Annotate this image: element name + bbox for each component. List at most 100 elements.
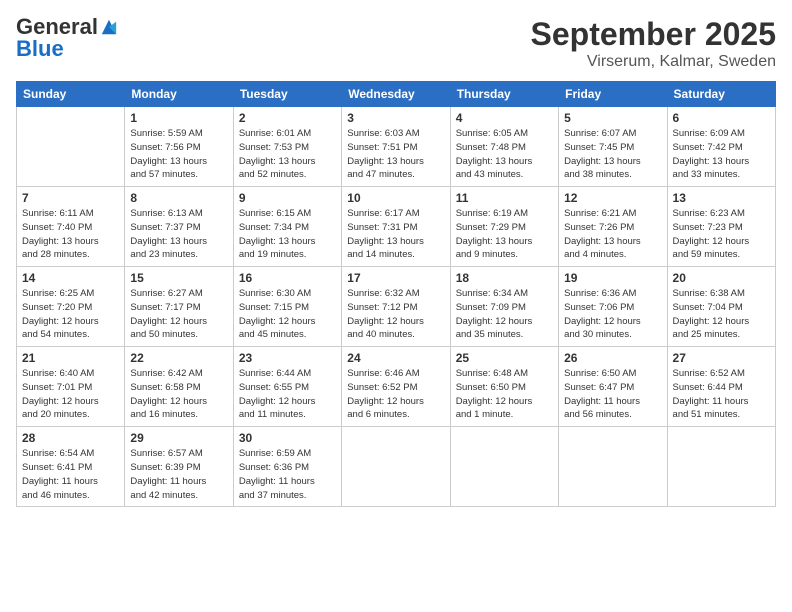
cell-w1-d5: 5 Sunrise: 6:07 AMSunset: 7:45 PMDayligh…	[559, 107, 667, 187]
day-number: 4	[456, 111, 553, 125]
logo-blue: Blue	[16, 38, 118, 60]
cell-w3-d0: 14 Sunrise: 6:25 AMSunset: 7:20 PMDaylig…	[17, 267, 125, 347]
cell-w4-d4: 25 Sunrise: 6:48 AMSunset: 6:50 PMDaylig…	[450, 347, 558, 427]
day-number: 10	[347, 191, 444, 205]
cell-info: Sunrise: 6:46 AMSunset: 6:52 PMDaylight:…	[347, 367, 444, 422]
cell-info: Sunrise: 6:30 AMSunset: 7:15 PMDaylight:…	[239, 287, 336, 342]
cell-info: Sunrise: 6:32 AMSunset: 7:12 PMDaylight:…	[347, 287, 444, 342]
cell-w5-d2: 30 Sunrise: 6:59 AMSunset: 6:36 PMDaylig…	[233, 427, 341, 507]
day-number: 20	[673, 271, 770, 285]
cell-info: Sunrise: 6:52 AMSunset: 6:44 PMDaylight:…	[673, 367, 770, 422]
day-number: 26	[564, 351, 661, 365]
cell-w4-d6: 27 Sunrise: 6:52 AMSunset: 6:44 PMDaylig…	[667, 347, 775, 427]
day-number: 3	[347, 111, 444, 125]
day-number: 1	[130, 111, 227, 125]
cell-w4-d5: 26 Sunrise: 6:50 AMSunset: 6:47 PMDaylig…	[559, 347, 667, 427]
day-number: 18	[456, 271, 553, 285]
cell-w3-d5: 19 Sunrise: 6:36 AMSunset: 7:06 PMDaylig…	[559, 267, 667, 347]
cell-w5-d3	[342, 427, 450, 507]
cell-info: Sunrise: 6:44 AMSunset: 6:55 PMDaylight:…	[239, 367, 336, 422]
cell-info: Sunrise: 6:27 AMSunset: 7:17 PMDaylight:…	[130, 287, 227, 342]
cell-info: Sunrise: 5:59 AMSunset: 7:56 PMDaylight:…	[130, 127, 227, 182]
cell-w5-d6	[667, 427, 775, 507]
cell-w5-d0: 28 Sunrise: 6:54 AMSunset: 6:41 PMDaylig…	[17, 427, 125, 507]
day-number: 24	[347, 351, 444, 365]
cell-w3-d6: 20 Sunrise: 6:38 AMSunset: 7:04 PMDaylig…	[667, 267, 775, 347]
cell-w2-d0: 7 Sunrise: 6:11 AMSunset: 7:40 PMDayligh…	[17, 187, 125, 267]
cell-info: Sunrise: 6:50 AMSunset: 6:47 PMDaylight:…	[564, 367, 661, 422]
day-number: 7	[22, 191, 119, 205]
logo-general: General	[16, 16, 98, 38]
cell-info: Sunrise: 6:48 AMSunset: 6:50 PMDaylight:…	[456, 367, 553, 422]
location: Virserum, Kalmar, Sweden	[531, 53, 776, 71]
logo: General Blue	[16, 16, 118, 60]
day-number: 16	[239, 271, 336, 285]
cell-info: Sunrise: 6:25 AMSunset: 7:20 PMDaylight:…	[22, 287, 119, 342]
calendar: Sunday Monday Tuesday Wednesday Thursday…	[16, 81, 776, 507]
cell-w5-d5	[559, 427, 667, 507]
cell-w4-d2: 23 Sunrise: 6:44 AMSunset: 6:55 PMDaylig…	[233, 347, 341, 427]
day-number: 5	[564, 111, 661, 125]
weekday-header-row: Sunday Monday Tuesday Wednesday Thursday…	[17, 82, 776, 107]
week-row-2: 7 Sunrise: 6:11 AMSunset: 7:40 PMDayligh…	[17, 187, 776, 267]
cell-info: Sunrise: 6:54 AMSunset: 6:41 PMDaylight:…	[22, 447, 119, 502]
week-row-1: 1 Sunrise: 5:59 AMSunset: 7:56 PMDayligh…	[17, 107, 776, 187]
cell-info: Sunrise: 6:38 AMSunset: 7:04 PMDaylight:…	[673, 287, 770, 342]
month-title: September 2025	[531, 16, 776, 53]
cell-info: Sunrise: 6:59 AMSunset: 6:36 PMDaylight:…	[239, 447, 336, 502]
day-number: 19	[564, 271, 661, 285]
cell-w5-d1: 29 Sunrise: 6:57 AMSunset: 6:39 PMDaylig…	[125, 427, 233, 507]
cell-info: Sunrise: 6:42 AMSunset: 6:58 PMDaylight:…	[130, 367, 227, 422]
cell-w3-d1: 15 Sunrise: 6:27 AMSunset: 7:17 PMDaylig…	[125, 267, 233, 347]
cell-w2-d1: 8 Sunrise: 6:13 AMSunset: 7:37 PMDayligh…	[125, 187, 233, 267]
title-block: September 2025 Virserum, Kalmar, Sweden	[531, 16, 776, 71]
day-number: 25	[456, 351, 553, 365]
cell-w2-d4: 11 Sunrise: 6:19 AMSunset: 7:29 PMDaylig…	[450, 187, 558, 267]
cell-w1-d2: 2 Sunrise: 6:01 AMSunset: 7:53 PMDayligh…	[233, 107, 341, 187]
header: General Blue September 2025 Virserum, Ka…	[16, 16, 776, 71]
cell-w4-d3: 24 Sunrise: 6:46 AMSunset: 6:52 PMDaylig…	[342, 347, 450, 427]
week-row-5: 28 Sunrise: 6:54 AMSunset: 6:41 PMDaylig…	[17, 427, 776, 507]
cell-w4-d1: 22 Sunrise: 6:42 AMSunset: 6:58 PMDaylig…	[125, 347, 233, 427]
day-number: 28	[22, 431, 119, 445]
cell-w1-d6: 6 Sunrise: 6:09 AMSunset: 7:42 PMDayligh…	[667, 107, 775, 187]
day-number: 21	[22, 351, 119, 365]
header-wednesday: Wednesday	[342, 82, 450, 107]
cell-info: Sunrise: 6:34 AMSunset: 7:09 PMDaylight:…	[456, 287, 553, 342]
day-number: 30	[239, 431, 336, 445]
cell-info: Sunrise: 6:09 AMSunset: 7:42 PMDaylight:…	[673, 127, 770, 182]
day-number: 17	[347, 271, 444, 285]
day-number: 11	[456, 191, 553, 205]
day-number: 22	[130, 351, 227, 365]
cell-w1-d3: 3 Sunrise: 6:03 AMSunset: 7:51 PMDayligh…	[342, 107, 450, 187]
cell-w2-d3: 10 Sunrise: 6:17 AMSunset: 7:31 PMDaylig…	[342, 187, 450, 267]
cell-info: Sunrise: 6:03 AMSunset: 7:51 PMDaylight:…	[347, 127, 444, 182]
cell-w1-d1: 1 Sunrise: 5:59 AMSunset: 7:56 PMDayligh…	[125, 107, 233, 187]
day-number: 8	[130, 191, 227, 205]
cell-info: Sunrise: 6:19 AMSunset: 7:29 PMDaylight:…	[456, 207, 553, 262]
cell-info: Sunrise: 6:07 AMSunset: 7:45 PMDaylight:…	[564, 127, 661, 182]
day-number: 6	[673, 111, 770, 125]
cell-w2-d6: 13 Sunrise: 6:23 AMSunset: 7:23 PMDaylig…	[667, 187, 775, 267]
cell-info: Sunrise: 6:57 AMSunset: 6:39 PMDaylight:…	[130, 447, 227, 502]
day-number: 27	[673, 351, 770, 365]
day-number: 9	[239, 191, 336, 205]
day-number: 13	[673, 191, 770, 205]
cell-w3-d3: 17 Sunrise: 6:32 AMSunset: 7:12 PMDaylig…	[342, 267, 450, 347]
cell-w2-d5: 12 Sunrise: 6:21 AMSunset: 7:26 PMDaylig…	[559, 187, 667, 267]
day-number: 29	[130, 431, 227, 445]
cell-info: Sunrise: 6:40 AMSunset: 7:01 PMDaylight:…	[22, 367, 119, 422]
header-tuesday: Tuesday	[233, 82, 341, 107]
cell-w3-d2: 16 Sunrise: 6:30 AMSunset: 7:15 PMDaylig…	[233, 267, 341, 347]
week-row-3: 14 Sunrise: 6:25 AMSunset: 7:20 PMDaylig…	[17, 267, 776, 347]
cell-info: Sunrise: 6:17 AMSunset: 7:31 PMDaylight:…	[347, 207, 444, 262]
header-sunday: Sunday	[17, 82, 125, 107]
header-monday: Monday	[125, 82, 233, 107]
header-thursday: Thursday	[450, 82, 558, 107]
cell-w2-d2: 9 Sunrise: 6:15 AMSunset: 7:34 PMDayligh…	[233, 187, 341, 267]
day-number: 2	[239, 111, 336, 125]
cell-w4-d0: 21 Sunrise: 6:40 AMSunset: 7:01 PMDaylig…	[17, 347, 125, 427]
cell-info: Sunrise: 6:01 AMSunset: 7:53 PMDaylight:…	[239, 127, 336, 182]
cell-w1-d4: 4 Sunrise: 6:05 AMSunset: 7:48 PMDayligh…	[450, 107, 558, 187]
cell-info: Sunrise: 6:21 AMSunset: 7:26 PMDaylight:…	[564, 207, 661, 262]
